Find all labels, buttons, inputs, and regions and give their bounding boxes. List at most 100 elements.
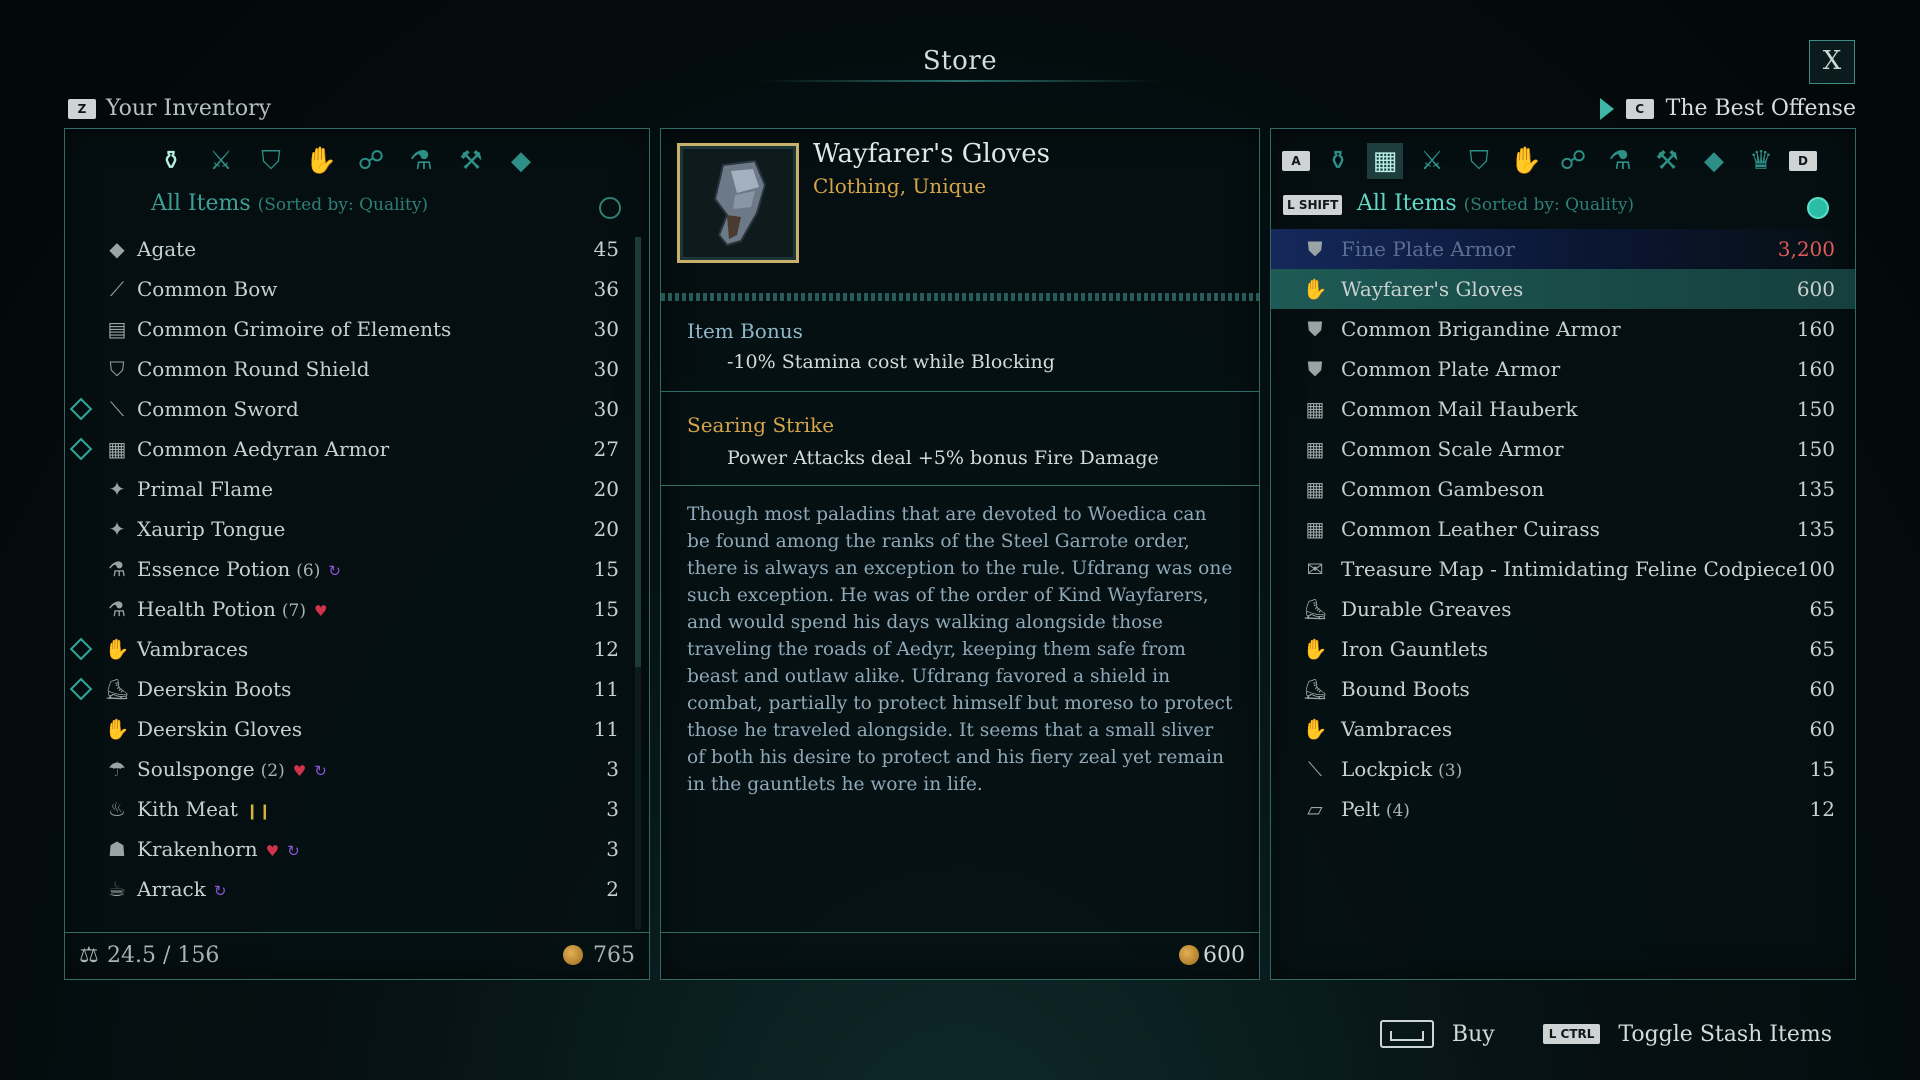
merchant-item-row[interactable]: ▱ Pelt (4) 12 <box>1271 789 1855 829</box>
inventory-item-row[interactable]: ☕ Arrack ↻ 2 <box>65 869 649 909</box>
inventory-item-row[interactable]: ⛸ Deerskin Boots 11 <box>65 669 649 709</box>
weapons-tab-icon[interactable]: ⚔ <box>203 143 239 179</box>
inventory-item-row[interactable]: ✋ Deerskin Gloves 11 <box>65 709 649 749</box>
item-value: 11 <box>593 677 619 701</box>
merchant-name[interactable]: The Best Offense <box>1666 96 1856 121</box>
merchant-item-row[interactable]: ⟍ Lockpick (3) 15 <box>1271 749 1855 789</box>
merchant-item-row[interactable]: ✋ Vambraces 60 <box>1271 709 1855 749</box>
inventory-item-row[interactable]: ☂ Soulsponge (2) ♥ ↻ 3 <box>65 749 649 789</box>
merchant-item-row[interactable]: ▦ Common Leather Cuirass 135 <box>1271 509 1855 549</box>
inventory-item-row[interactable]: ⛉ Common Round Shield 30 <box>65 349 649 389</box>
item-price: 3,200 <box>1777 237 1835 261</box>
item-price: 65 <box>1809 597 1835 621</box>
item-type-icon: ⟍ <box>1308 757 1322 781</box>
merchant-item-row[interactable]: ▦ Common Mail Hauberk 150 <box>1271 389 1855 429</box>
gems-tab-icon[interactable]: ◆ <box>1696 143 1732 179</box>
merchant-sort-mode: (Sorted by: Quality) <box>1463 195 1635 215</box>
inventory-item-row[interactable]: ◆ Agate 45 <box>65 229 649 269</box>
crafting-tab-icon[interactable]: ⚒ <box>453 143 489 179</box>
item-type-icon: ✋ <box>104 717 130 741</box>
item-value: 30 <box>593 397 619 421</box>
armor-tab-icon[interactable]: ▦ <box>1367 143 1403 179</box>
unique-tab-icon[interactable]: ♛ <box>1743 143 1779 179</box>
inventory-item-row[interactable]: ⚗ Health Potion (7) ♥ 15 <box>65 589 649 629</box>
sort-toggle-icon[interactable] <box>599 197 621 219</box>
item-name-text: Soulsponge <box>137 757 255 781</box>
item-name: Durable Greaves <box>1341 597 1512 621</box>
merchant-item-row[interactable]: ▦ Common Gambeson 135 <box>1271 469 1855 509</box>
inventory-item-row[interactable]: ▤ Common Grimoire of Elements 30 <box>65 309 649 349</box>
item-name: Vambraces <box>1341 717 1452 741</box>
item-name-text: Common Sword <box>137 397 299 421</box>
accessories-tab-icon[interactable]: ☍ <box>353 143 389 179</box>
inventory-item-row[interactable]: ✦ Primal Flame 20 <box>65 469 649 509</box>
clothing-tab-icon[interactable]: ✋ <box>1508 143 1544 179</box>
inventory-item-row[interactable]: ⟍ Common Sword 30 <box>65 389 649 429</box>
spacebar-key-icon <box>1379 1020 1434 1048</box>
inventory-item-row[interactable]: ▦ Common Aedyran Armor 27 <box>65 429 649 469</box>
item-name-text: Xaurip Tongue <box>137 517 286 541</box>
merchant-item-row[interactable]: ⛸ Bound Boots 60 <box>1271 669 1855 709</box>
inventory-title: Your Inventory <box>106 96 272 121</box>
all-items-tab-icon[interactable]: ⚱ <box>153 143 189 179</box>
merchant-item-row[interactable]: ⛊ Common Plate Armor 160 <box>1271 349 1855 389</box>
item-name: Common Mail Hauberk <box>1341 397 1578 421</box>
item-price: 600 <box>1203 943 1245 968</box>
sort-toggle-icon[interactable] <box>1807 197 1829 219</box>
item-type-icon: ▦ <box>1305 517 1325 541</box>
item-price: 150 <box>1796 397 1835 421</box>
item-name-text: Vambraces <box>137 637 249 661</box>
item-lore-text: Though most paladins that are devoted to… <box>687 504 1233 795</box>
toggle-stash-button[interactable]: Toggle Stash Items <box>1618 1022 1832 1047</box>
consumables-tab-icon[interactable]: ⚗ <box>403 143 439 179</box>
consumables-tab-icon[interactable]: ⚗ <box>1602 143 1638 179</box>
merchant-sort-label[interactable]: All Items (Sorted by: Quality) <box>1357 191 1634 216</box>
item-price: 160 <box>1796 357 1835 381</box>
gauntlet-icon <box>713 159 767 247</box>
item-value: 2 <box>606 877 619 901</box>
inventory-item-row[interactable]: ✋ Vambraces 12 <box>65 629 649 669</box>
accessories-tab-icon[interactable]: ☍ <box>1555 143 1591 179</box>
item-type-icon: ✋ <box>1302 717 1328 741</box>
inventory-item-row[interactable]: ☗ Krakenhorn ♥ ↻ 3 <box>65 829 649 869</box>
item-name: Common Aedyran Armor <box>137 437 389 461</box>
item-name-text: Common Bow <box>137 277 278 301</box>
inventory-item-row[interactable]: ⚗ Essence Potion (6) ↻ 15 <box>65 549 649 589</box>
all-items-tab-icon[interactable]: ⚱ <box>1320 143 1356 179</box>
buy-button[interactable]: Buy <box>1452 1022 1495 1047</box>
essence-effect-icon: ↻ <box>328 562 341 580</box>
gems-tab-icon[interactable]: ◆ <box>503 143 539 179</box>
armor-tab-icon[interactable]: ⛉ <box>253 143 289 179</box>
item-name-text: Common Grimoire of Elements <box>137 317 452 341</box>
item-name: Soulsponge (2) ♥ ↻ <box>137 757 327 781</box>
close-button[interactable]: X <box>1809 40 1855 84</box>
merchant-item-row[interactable]: ✋ Iron Gauntlets 65 <box>1271 629 1855 669</box>
merchant-item-row[interactable]: ⛊ Common Brigandine Armor 160 <box>1271 309 1855 349</box>
health-effect-icon: ♥ <box>314 602 328 620</box>
item-name: Common Round Shield <box>137 357 370 381</box>
merchant-item-row[interactable]: ✋ Wayfarer's Gloves 600 <box>1271 269 1855 309</box>
inventory-item-row[interactable]: ♨ Kith Meat ❙❙ 3 <box>65 789 649 829</box>
inventory-item-row[interactable]: ✦ Xaurip Tongue 20 <box>65 509 649 549</box>
item-name: Treasure Map - Intimidating Feline Codpi… <box>1341 557 1798 581</box>
shield-tab-icon[interactable]: ⛉ <box>1461 143 1497 179</box>
inventory-scrollbar[interactable] <box>635 237 641 929</box>
merchant-item-row[interactable]: ▦ Common Scale Armor 150 <box>1271 429 1855 469</box>
merchant-item-row[interactable]: ✉ Treasure Map - Intimidating Feline Codp… <box>1271 549 1855 589</box>
merchant-item-list: ⛊ Fine Plate Armor 3,200 ✋ Wayfarer's Gloves… <box>1271 229 1855 829</box>
inventory-sort-mode: (Sorted by: Quality) <box>257 195 429 215</box>
inventory-sort-label[interactable]: All Items (Sorted by: Quality) <box>151 191 428 216</box>
weapons-tab-icon[interactable]: ⚔ <box>1414 143 1450 179</box>
scrollbar-thumb[interactable] <box>635 237 641 667</box>
clothing-tab-icon[interactable]: ✋ <box>303 143 339 179</box>
item-type-icon: ⟍ <box>110 397 124 421</box>
item-name-text: Arrack <box>137 877 206 901</box>
merchant-item-row[interactable]: ⛊ Fine Plate Armor 3,200 <box>1271 229 1855 269</box>
inventory-item-row[interactable]: ⟋ Common Bow 36 <box>65 269 649 309</box>
item-value: 3 <box>606 797 619 821</box>
item-bonus-text: -10% Stamina cost while Blocking <box>727 351 1055 373</box>
item-type-icon: ✋ <box>1302 637 1328 661</box>
gold-coin-icon <box>563 945 583 965</box>
merchant-item-row[interactable]: ⛸ Durable Greaves 65 <box>1271 589 1855 629</box>
crafting-tab-icon[interactable]: ⚒ <box>1649 143 1685 179</box>
